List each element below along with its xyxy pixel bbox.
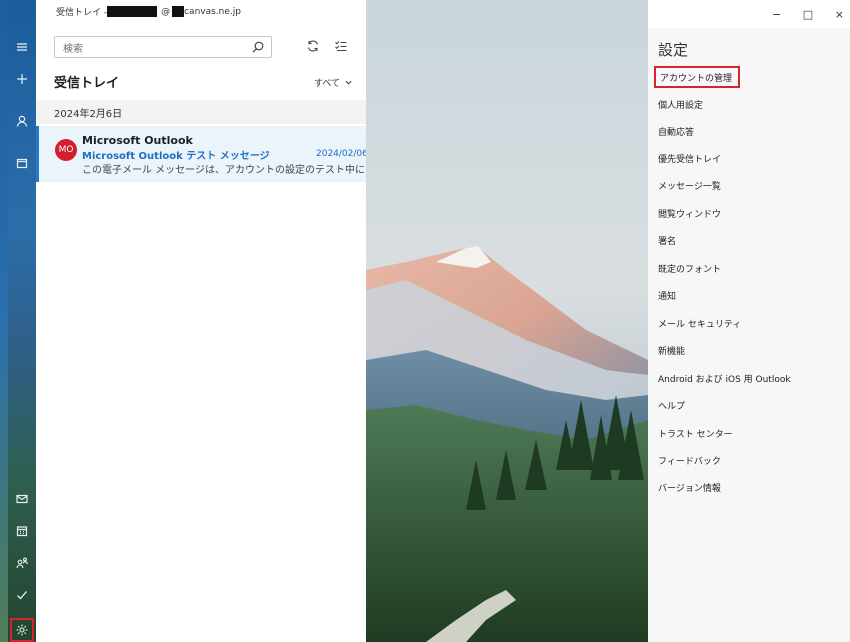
close-button[interactable]: × [835,8,844,21]
search-placeholder: 検索 [63,43,83,55]
mail-icon[interactable] [8,486,36,512]
folder-icon[interactable] [8,150,36,176]
settings-item-reading-pane[interactable]: 閲覧ウィンドウ [658,205,721,221]
message-list-pane: 受信トレイ - @ canvas.ne.jp 検索 受信トレイ すべて 2024… [36,0,368,642]
redacted-subdomain [172,6,185,17]
settings-item-signature[interactable]: 署名 [658,232,676,248]
desktop-edge [0,0,8,642]
settings-item-trust-center[interactable]: トラスト センター [658,425,733,441]
list-item[interactable]: MO Microsoft Outlook Microsoft Outlook テ… [36,126,368,182]
window-controls: − □ × [760,0,850,28]
gear-icon[interactable] [10,618,34,642]
window-title: 受信トレイ - @ canvas.ne.jp [56,5,241,18]
todo-icon[interactable] [8,582,36,608]
title-at: @ [161,6,171,17]
people-icon[interactable] [8,550,36,576]
settings-item-help[interactable]: ヘルプ [658,397,685,413]
settings-item-feedback[interactable]: フィードバック [658,452,721,468]
settings-item-mail-security[interactable]: メール セキュリティ [658,315,741,331]
nav-rail [8,0,36,642]
chevron-down-icon [345,80,352,85]
filter-dropdown[interactable]: すべて [314,76,353,89]
selection-mode-icon[interactable] [334,39,348,53]
redacted-username [107,6,158,17]
hamburger-icon[interactable] [8,34,36,60]
message-subject: Microsoft Outlook テスト メッセージ [82,151,270,162]
title-folder: 受信トレイ - [56,8,108,18]
avatar: MO [55,139,77,161]
settings-item-notifications[interactable]: 通知 [658,287,676,303]
settings-item-focused-inbox[interactable]: 優先受信トレイ [658,150,721,166]
settings-item-manage-accounts[interactable]: アカウントの管理 [654,66,741,88]
settings-item-auto-reply[interactable]: 自動応答 [658,123,694,139]
settings-item-whats-new[interactable]: 新機能 [658,342,685,358]
reading-pane-background [366,0,648,642]
calendar-icon[interactable] [8,518,36,544]
maximize-button[interactable]: □ [803,8,813,21]
new-mail-plus-icon[interactable] [8,66,36,92]
mountain-landscape-image [366,0,648,642]
date-group-header: 2024年2月6日 [36,100,366,124]
title-domain: canvas.ne.jp [184,6,241,17]
sync-icon[interactable] [306,39,320,53]
settings-item-message-list[interactable]: メッセージ一覧 [658,177,721,193]
settings-item-mobile-outlook[interactable]: Android および iOS 用 Outlook [658,370,791,386]
settings-pane: 設定 アカウントの管理 個人用設定 自動応答 優先受信トレイ メッセージ一覧 閲… [648,28,850,642]
message-preview: この電子メール メッセージは、アカウントの設定のテスト中に [82,165,365,176]
settings-item-default-font[interactable]: 既定のフォント [658,260,721,276]
search-input[interactable]: 検索 [54,36,272,58]
filter-label: すべて [314,79,341,89]
account-person-icon[interactable] [8,108,36,134]
settings-item-about[interactable]: バージョン情報 [658,479,721,495]
message-sender: Microsoft Outlook [82,134,193,147]
settings-item-personalization[interactable]: 個人用設定 [658,96,703,112]
search-icon[interactable] [251,40,265,54]
message-date: 2024/02/06 [316,149,368,159]
settings-heading: 設定 [658,41,689,59]
folder-title: 受信トレイ [54,76,120,91]
minimize-button[interactable]: − [772,8,781,21]
